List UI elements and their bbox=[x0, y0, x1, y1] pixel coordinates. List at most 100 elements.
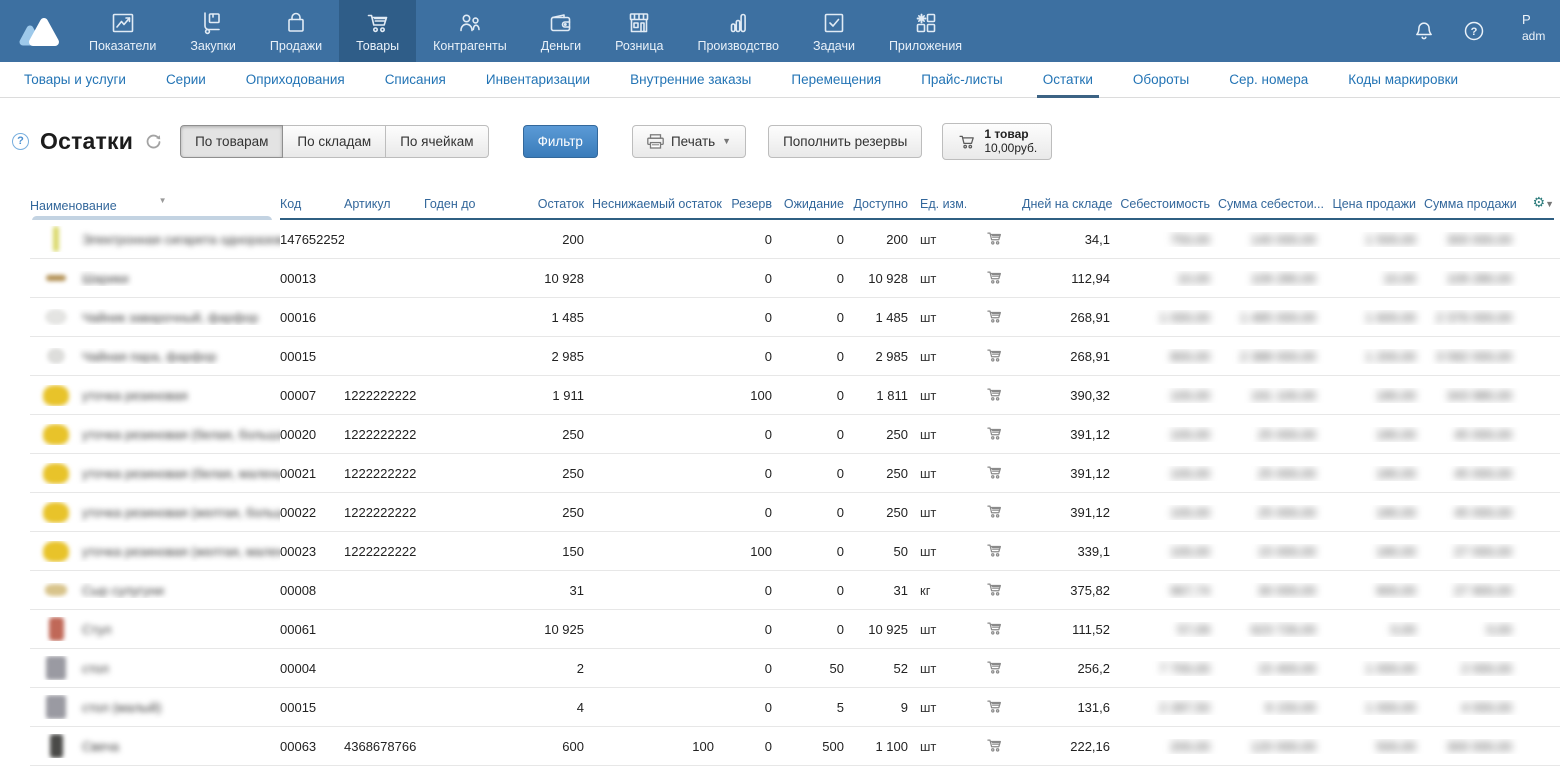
user-account[interactable]: P adm bbox=[1522, 12, 1560, 44]
add-to-cart-icon[interactable] bbox=[985, 697, 1004, 715]
columns-settings-gear-icon[interactable]: ⚙ bbox=[1533, 194, 1546, 210]
subnav-tab-внутренние-заказы[interactable]: Внутренние заказы bbox=[610, 62, 771, 98]
column-header-code[interactable]: Код bbox=[280, 197, 344, 220]
column-header-min_stock[interactable]: Неснижаемый остаток bbox=[592, 197, 722, 220]
cell-article: 1222222222 bbox=[344, 388, 424, 403]
column-header-unit[interactable]: Ед. изм. bbox=[916, 197, 966, 220]
subnav-tab-обороты[interactable]: Обороты bbox=[1113, 62, 1209, 98]
nav-item-metrics[interactable]: Показатели bbox=[72, 0, 173, 62]
add-to-cart-icon[interactable] bbox=[985, 658, 1004, 676]
cell-unit: шт bbox=[916, 505, 966, 520]
view-button-по-товарам[interactable]: По товарам bbox=[180, 125, 283, 158]
subnav-tab-перемещения[interactable]: Перемещения bbox=[771, 62, 901, 98]
subnav-tab-остатки[interactable]: Остатки bbox=[1023, 62, 1113, 98]
column-header-expiry[interactable]: Годен до bbox=[424, 197, 514, 220]
table-row[interactable]: стол00004205052шт256,27 700,0015 400,001… bbox=[30, 649, 1560, 688]
nav-item-goods[interactable]: Товары bbox=[339, 0, 416, 62]
table-row[interactable]: Свеча00063436867876660010005001 100шт222… bbox=[30, 727, 1560, 766]
table-row[interactable]: уточка резиновая (желтая, большая)000221… bbox=[30, 493, 1560, 532]
cell-stock: 250 bbox=[514, 427, 592, 442]
column-header-available[interactable]: Доступно bbox=[852, 197, 916, 220]
cell-price: 500,00 bbox=[1324, 739, 1424, 754]
user-name: P bbox=[1522, 12, 1560, 29]
table-row[interactable]: уточка резиновая (белая, маленькая)00021… bbox=[30, 454, 1560, 493]
add-to-cart-icon[interactable] bbox=[985, 463, 1004, 481]
table-row[interactable]: стол (малый)000154059шт131,62 287,509 15… bbox=[30, 688, 1560, 727]
refresh-icon[interactable] bbox=[145, 133, 162, 150]
cell-days: 339,1 bbox=[1022, 544, 1118, 559]
app-logo[interactable] bbox=[0, 0, 72, 62]
table-row[interactable]: Чайник заварочный, фарфор000161 485001 4… bbox=[30, 298, 1560, 337]
nav-item-production[interactable]: Производство bbox=[680, 0, 796, 62]
subnav-tab-прайс-листы[interactable]: Прайс-листы bbox=[901, 62, 1023, 98]
filter-button[interactable]: Фильтр bbox=[523, 125, 598, 158]
subnav-tab-списания[interactable]: Списания bbox=[365, 62, 466, 98]
subnav-tab-инвентаризации[interactable]: Инвентаризации bbox=[466, 62, 610, 98]
nav-item-counterparties[interactable]: Контрагенты bbox=[416, 0, 524, 62]
add-to-cart-icon[interactable] bbox=[985, 502, 1004, 520]
cell-cost_sum: 15 400,00 bbox=[1218, 661, 1324, 676]
column-header-awaiting[interactable]: Ожидание bbox=[780, 197, 852, 220]
notifications-bell-icon[interactable] bbox=[1412, 19, 1436, 43]
subnav-tab-оприходования[interactable]: Оприходования bbox=[226, 62, 365, 98]
view-button-по-складам[interactable]: По складам bbox=[282, 125, 386, 158]
column-header-price[interactable]: Цена продажи bbox=[1324, 197, 1424, 220]
product-name: уточка резиновая (желтая, маленькая) bbox=[82, 544, 280, 559]
add-to-cart-icon[interactable] bbox=[985, 346, 1004, 364]
add-to-cart-icon[interactable] bbox=[985, 619, 1004, 637]
frozen-column-scrollbar[interactable] bbox=[32, 216, 272, 220]
column-header-reserve[interactable]: Резерв bbox=[722, 197, 780, 220]
page-help-icon[interactable]: ? bbox=[12, 133, 29, 150]
cell-price: 1 000,00 bbox=[1324, 661, 1424, 676]
cell-cost_sum: 2 388 000,00 bbox=[1218, 349, 1324, 364]
table-row[interactable]: Сыр сулугуни00008310031кг375,82967,7430 … bbox=[30, 571, 1560, 610]
table-row[interactable]: уточка резиновая0000712222222221 9111000… bbox=[30, 376, 1560, 415]
add-to-cart-icon[interactable] bbox=[985, 580, 1004, 598]
add-to-cart-icon[interactable] bbox=[985, 385, 1004, 403]
column-header-days[interactable]: Дней на складе bbox=[1022, 197, 1118, 220]
add-to-cart-icon[interactable] bbox=[985, 736, 1004, 754]
view-button-по-ячейкам[interactable]: По ячейкам bbox=[385, 125, 488, 158]
column-header-cost[interactable]: Себестоимость bbox=[1118, 197, 1218, 220]
nav-item-label: Закупки bbox=[190, 39, 236, 53]
table-row[interactable]: Шарики0001310 9280010 928шт112,9410,0010… bbox=[30, 259, 1560, 298]
add-to-cart-icon[interactable] bbox=[985, 268, 1004, 286]
add-to-cart-icon[interactable] bbox=[985, 307, 1004, 325]
help-question-icon[interactable]: ? bbox=[1462, 19, 1486, 43]
column-header-stock[interactable]: Остаток bbox=[514, 197, 592, 220]
column-header-gear[interactable]: ⚙▼ bbox=[1520, 194, 1554, 220]
add-to-cart-icon[interactable] bbox=[985, 424, 1004, 442]
subnav-tab-серии[interactable]: Серии bbox=[146, 62, 226, 98]
table-row[interactable]: Чайная пара, фарфор000152 985002 985шт26… bbox=[30, 337, 1560, 376]
column-header-article[interactable]: Артикул bbox=[344, 197, 424, 220]
nav-item-apps[interactable]: Приложения bbox=[872, 0, 979, 62]
cell-stock: 10 925 bbox=[514, 622, 592, 637]
nav-item-purchases[interactable]: Закупки bbox=[173, 0, 253, 62]
column-header-name[interactable]: Наименование▼ bbox=[30, 196, 280, 220]
print-button[interactable]: Печать ▼ bbox=[632, 125, 746, 158]
subnav-tab-товары-и-услуги[interactable]: Товары и услуги bbox=[4, 62, 146, 98]
add-to-cart-icon[interactable] bbox=[985, 229, 1004, 247]
replenish-reserves-button[interactable]: Пополнить резервы bbox=[768, 125, 922, 158]
column-header-price_sum[interactable]: Сумма продажи bbox=[1424, 197, 1520, 220]
subnav-tab-коды-маркировки[interactable]: Коды маркировки bbox=[1328, 62, 1478, 98]
cell-stock: 31 bbox=[514, 583, 592, 598]
table-row[interactable]: Стул0006110 9250010 925шт111,5257,09623 … bbox=[30, 610, 1560, 649]
column-label: Наименование bbox=[30, 199, 117, 213]
nav-item-retail[interactable]: Розница bbox=[598, 0, 680, 62]
add-to-cart-icon[interactable] bbox=[985, 541, 1004, 559]
nav-item-sales[interactable]: Продажи bbox=[253, 0, 339, 62]
table-row[interactable]: уточка резиновая (белая, большая)0002012… bbox=[30, 415, 1560, 454]
nav-item-tasks[interactable]: Задачи bbox=[796, 0, 872, 62]
task-check-icon bbox=[821, 10, 847, 36]
table-row[interactable]: Электронная сигарета одноразовая14765225… bbox=[30, 220, 1560, 259]
column-header-cost_sum[interactable]: Сумма себестои... bbox=[1218, 197, 1324, 220]
cell-cost: 750,00 bbox=[1118, 232, 1218, 247]
cell-unit: шт bbox=[916, 700, 966, 715]
product-name: уточка резиновая (белая, маленькая) bbox=[82, 466, 280, 481]
nav-item-money[interactable]: Деньги bbox=[524, 0, 598, 62]
table-row[interactable]: уточка резиновая (желтая, маленькая)0002… bbox=[30, 532, 1560, 571]
cell-awaiting: 0 bbox=[780, 544, 852, 559]
subnav-tab-сер-номера[interactable]: Сер. номера bbox=[1209, 62, 1328, 98]
cart-summary-button[interactable]: 1 товар 10,00руб. bbox=[942, 123, 1052, 160]
